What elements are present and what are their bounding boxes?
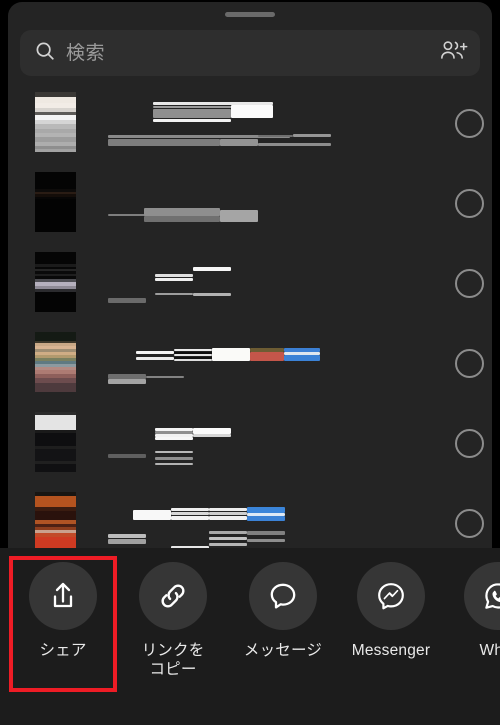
action-share[interactable]: シェア — [17, 562, 109, 660]
contact-thumbnail — [35, 92, 76, 152]
sheet-drag-handle[interactable] — [225, 12, 275, 17]
speech-bubble-icon[interactable] — [249, 562, 317, 630]
share-sheet-screen: 検索 シェア リンクを コピー メッセージ Messenger What — [0, 0, 500, 725]
action-label-whatsapp: What — [479, 642, 500, 659]
search-bar[interactable]: 検索 — [20, 30, 480, 76]
action-messenger[interactable]: Messenger — [345, 562, 437, 660]
contact-thumbnail — [35, 332, 76, 392]
contact-row[interactable] — [8, 486, 492, 548]
action-bar: シェア リンクを コピー メッセージ Messenger What — [0, 548, 500, 725]
contact-select-checkbox[interactable] — [455, 269, 484, 298]
add-people-icon[interactable] — [440, 39, 468, 68]
messenger-icon[interactable] — [357, 562, 425, 630]
contact-row[interactable] — [8, 86, 492, 166]
contact-name-redacted — [108, 166, 408, 246]
action-label-messenger: Messenger — [351, 642, 431, 659]
search-input-placeholder[interactable]: 検索 — [66, 44, 440, 63]
contact-select-checkbox[interactable] — [455, 349, 484, 378]
contact-thumbnail — [35, 412, 76, 472]
contact-select-checkbox[interactable] — [455, 509, 484, 538]
action-messages[interactable]: メッセージ — [237, 562, 329, 660]
action-label-share: シェア — [39, 642, 87, 659]
contact-list[interactable] — [8, 86, 492, 548]
action-label-messages: メッセージ — [243, 642, 323, 659]
contact-thumbnail — [35, 252, 76, 312]
contact-thumbnail — [35, 172, 76, 232]
contact-name-redacted — [108, 246, 408, 326]
action-copy-link[interactable]: リンクを コピー — [127, 562, 219, 679]
contact-thumbnail — [35, 492, 76, 548]
contact-row[interactable] — [8, 246, 492, 326]
contact-select-checkbox[interactable] — [455, 189, 484, 218]
share-upload-icon[interactable] — [29, 562, 97, 630]
contact-name-redacted — [108, 326, 408, 406]
contact-select-checkbox[interactable] — [455, 429, 484, 458]
contact-name-redacted — [108, 486, 408, 548]
contact-name-redacted — [108, 406, 408, 486]
contact-name-redacted — [108, 86, 408, 166]
action-label-copy-link: リンクを コピー — [141, 642, 205, 678]
action-whatsapp[interactable]: What — [452, 562, 500, 660]
whatsapp-icon[interactable] — [464, 562, 500, 630]
search-icon — [34, 40, 56, 67]
contact-select-checkbox[interactable] — [455, 109, 484, 138]
link-icon[interactable] — [139, 562, 207, 630]
contact-row[interactable] — [8, 166, 492, 246]
contact-row[interactable] — [8, 326, 492, 406]
contact-row[interactable] — [8, 406, 492, 486]
share-sheet-panel: 検索 — [8, 2, 492, 548]
